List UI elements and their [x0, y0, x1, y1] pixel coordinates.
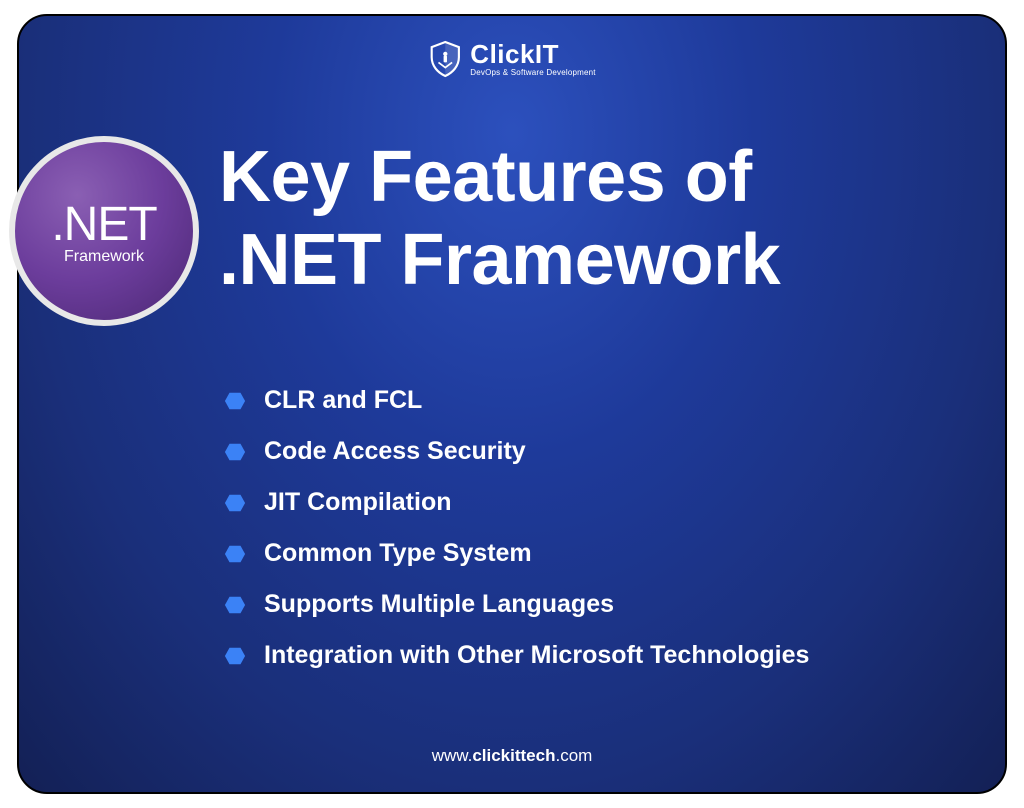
list-item: JIT Compilation: [224, 488, 809, 517]
hexagon-bullet-icon: [224, 645, 246, 667]
list-item: CLR and FCL: [224, 386, 809, 415]
hexagon-bullet-icon: [224, 543, 246, 565]
hexagon-bullet-icon: [224, 492, 246, 514]
feature-label: Integration with Other Microsoft Technol…: [264, 641, 809, 670]
list-item: Integration with Other Microsoft Technol…: [224, 641, 809, 670]
badge-main: .NET: [51, 197, 156, 252]
footer-domain: clickittech: [472, 746, 555, 765]
page-title: Key Features of .NET Framework: [219, 136, 780, 302]
list-item: Supports Multiple Languages: [224, 590, 809, 619]
brand-text: ClickIT DevOps & Software Development: [470, 41, 595, 77]
feature-label: JIT Compilation: [264, 488, 452, 517]
title-line-2: .NET Framework: [219, 219, 780, 302]
feature-label: CLR and FCL: [264, 386, 422, 415]
list-item: Common Type System: [224, 539, 809, 568]
hexagon-bullet-icon: [224, 441, 246, 463]
info-card: ClickIT DevOps & Software Development .N…: [17, 14, 1007, 794]
feature-label: Supports Multiple Languages: [264, 590, 614, 619]
brand-logo: ClickIT DevOps & Software Development: [428, 40, 595, 78]
feature-list: CLR and FCL Code Access Security JIT Com…: [224, 386, 809, 670]
brand-name: ClickIT: [470, 41, 595, 67]
feature-label: Common Type System: [264, 539, 532, 568]
badge-sub: Framework: [64, 248, 144, 266]
title-line-1: Key Features of: [219, 136, 780, 219]
shield-icon: [428, 40, 462, 78]
feature-label: Code Access Security: [264, 437, 526, 466]
footer-suffix: .com: [555, 746, 592, 765]
brand-tagline: DevOps & Software Development: [470, 69, 595, 77]
footer-url: www.clickittech.com: [432, 746, 593, 766]
hexagon-bullet-icon: [224, 594, 246, 616]
list-item: Code Access Security: [224, 437, 809, 466]
hexagon-bullet-icon: [224, 390, 246, 412]
dotnet-badge: .NET Framework: [9, 136, 199, 326]
footer-prefix: www.: [432, 746, 473, 765]
